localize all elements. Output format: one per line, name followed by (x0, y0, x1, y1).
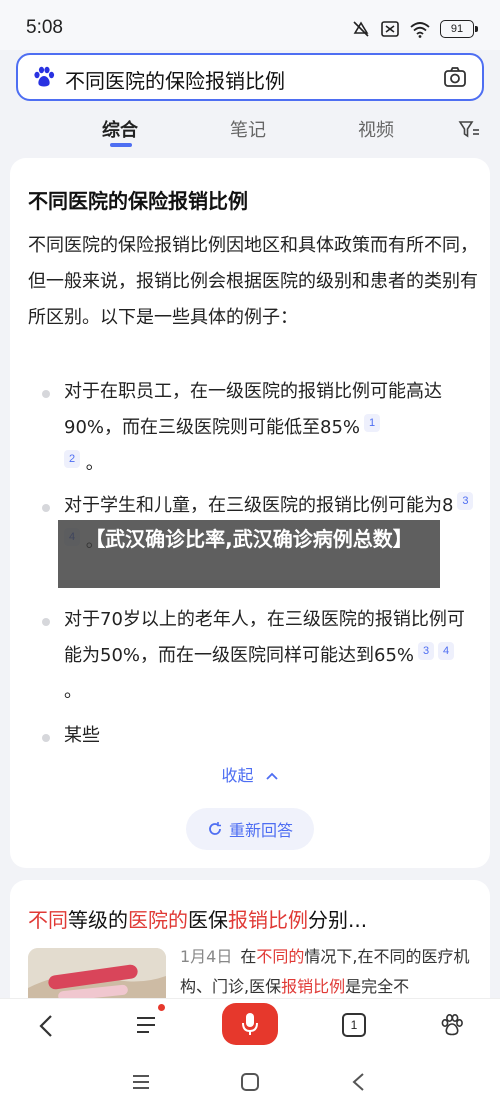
snippet-segment: 是完全不 (345, 977, 410, 996)
system-back-icon[interactable] (348, 1071, 370, 1093)
bullet-text: 某些 (64, 725, 100, 746)
snippet-segment: 报销比例 (281, 977, 346, 996)
notification-dot (158, 1004, 165, 1011)
answer-intro: 不同医院的保险报销比例因地区和具体政策而有所不同，但一般来说，报销比例会根据医院… (28, 235, 478, 328)
bullet-text: 对于学生和儿童，在三级医院的报销比例可能为8 (64, 495, 454, 516)
refresh-icon (209, 822, 221, 835)
battery-level: 91 (450, 23, 464, 35)
bullet-tail: 。 (64, 681, 82, 702)
home-icon[interactable] (239, 1071, 261, 1093)
back-icon[interactable] (36, 1013, 56, 1039)
status-icons: 91 (351, 18, 478, 40)
result-title[interactable]: 不同等级的医院的医保报销比例分别... (28, 904, 367, 933)
bullet-text: 对于70岁以上的老年人，在三级医院的报销比例可能为50%，而在一级医院同样可能达… (64, 609, 465, 666)
regenerate-label: 重新回答 (228, 821, 293, 840)
citation-badge[interactable]: 3 (457, 492, 474, 510)
result-date: 1月4日 (180, 947, 233, 966)
title-segment: 医院的 (128, 908, 188, 932)
regenerate-button[interactable]: 重新回答 (186, 808, 314, 850)
search-input[interactable]: 不同医院的保险报销比例 (65, 65, 285, 94)
tab-bar: 综合 笔记 视频 (0, 110, 500, 150)
menu-icon[interactable] (134, 1013, 158, 1037)
citation-badge[interactable]: 3 (418, 642, 435, 660)
snippet-segment: 不同的 (256, 947, 305, 966)
citation-badge[interactable]: 4 (438, 642, 455, 660)
camera-icon[interactable] (443, 66, 467, 88)
tab-count: 1 (350, 1018, 358, 1032)
search-bar[interactable]: 不同医院的保险报销比例 (16, 53, 484, 101)
bullet-dot (42, 504, 50, 512)
collapse-label: 收起 (221, 766, 254, 785)
tab-comprehensive[interactable]: 综合 (102, 116, 138, 142)
tab-videos[interactable]: 视频 (358, 116, 394, 142)
tabs-count-button[interactable]: 1 (342, 1013, 366, 1037)
baidu-paw-icon (34, 66, 55, 87)
wifi-icon (410, 22, 430, 38)
bullet-tail: 。 (85, 453, 104, 474)
title-segment: 分别... (308, 908, 368, 932)
ai-answer-card: 不同医院的保险报销比例 不同医院的保险报销比例因地区和具体政策而有所不同，但一般… (10, 158, 490, 868)
mute-icon (353, 21, 369, 37)
chevron-up-icon (265, 772, 278, 780)
active-tab-indicator (110, 143, 132, 147)
bullet-dot (42, 618, 50, 626)
title-segment: 报销比例 (228, 908, 308, 932)
status-time: 5:08 (26, 17, 63, 38)
bottom-nav: 1 (0, 998, 500, 1058)
voice-search-button[interactable] (222, 1003, 278, 1045)
battery-icon: 91 (440, 20, 478, 38)
title-segment: 等级的 (68, 908, 128, 932)
status-bar: 5:08 91 (0, 0, 500, 50)
baidu-paw-icon[interactable] (440, 1013, 464, 1037)
sim-off-icon (381, 21, 399, 37)
tab-notes[interactable]: 笔记 (230, 116, 266, 142)
answer-bullet: 对于70岁以上的老年人，在三级医院的报销比例可能为50%，而在一级医院同样可能达… (28, 602, 478, 710)
citation-badge[interactable]: 2 (64, 450, 80, 468)
snippet-segment: 在 (240, 947, 257, 966)
bullet-text: 对于在职员工，在一级医院的报销比例可能高达90%，而在三级医院则可能低至85% (64, 381, 442, 438)
title-segment: 不同 (28, 908, 68, 932)
recent-apps-icon[interactable] (130, 1071, 152, 1093)
system-nav-bar (0, 1058, 500, 1111)
microphone-icon (242, 1013, 258, 1035)
citation-badge[interactable]: 1 (364, 414, 381, 432)
answer-bullet: 对于在职员工，在一级医院的报销比例可能高达90%，而在三级医院则可能低至85% 1… (28, 374, 478, 482)
title-segment: 医保 (188, 908, 228, 932)
result-snippet: 1月4日 在不同的情况下,在不同的医疗机构、门诊,医保报销比例是完全不 (180, 942, 480, 1002)
overlay-banner: 【武汉确诊比率,武汉确诊病例总数】 (58, 520, 440, 588)
answer-bullet: 某些 (28, 718, 478, 754)
bullet-dot (42, 390, 50, 398)
answer-title: 不同医院的保险报销比例 (28, 189, 248, 213)
collapse-button[interactable]: 收起 (10, 762, 490, 786)
bullet-dot (42, 734, 50, 742)
filter-icon[interactable] (458, 119, 480, 139)
